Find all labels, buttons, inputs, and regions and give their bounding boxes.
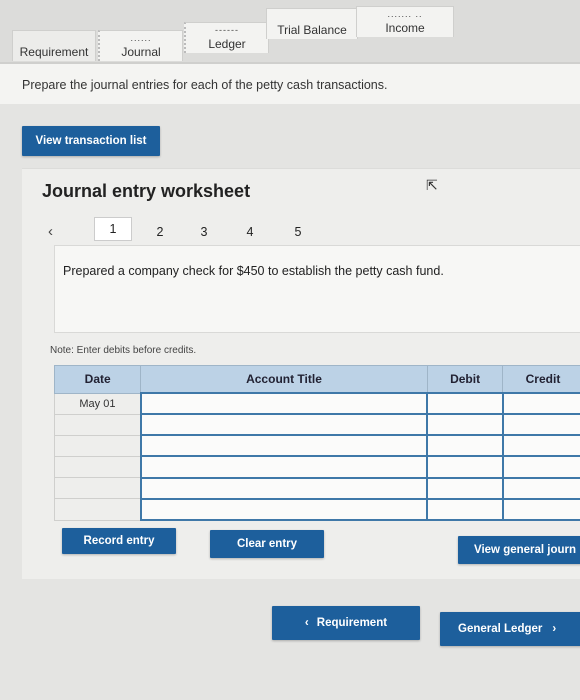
date-cell[interactable] <box>53 455 142 479</box>
tab-label: Requirement <box>19 45 89 59</box>
transaction-description: Prepared a company check for $450 to est… <box>63 264 444 278</box>
tab-strip: Requirement ...... Journal ------ Ledger… <box>0 0 580 62</box>
tab-label: Trial Balance <box>277 23 347 37</box>
tab-income[interactable]: ....... .. Income <box>356 6 454 37</box>
header-credit: Credit <box>502 365 580 394</box>
next-general-ledger-label: General Ledger <box>458 623 543 635</box>
tab-dash: ...... <box>130 33 152 43</box>
credit-input[interactable] <box>501 434 580 458</box>
transaction-description-box: Prepared a company check for $450 to est… <box>54 245 580 333</box>
table-header-row: Date Account Title Debit Credit <box>53 365 580 394</box>
journal-table: Date Account Title Debit Credit May 01 <box>53 365 580 522</box>
tab-ledger[interactable]: ------ Ledger <box>184 22 269 53</box>
account-title-input[interactable] <box>139 391 429 416</box>
credit-input[interactable] <box>501 413 580 437</box>
date-cell[interactable] <box>53 434 142 457</box>
credit-input[interactable] <box>501 455 580 479</box>
account-title-input[interactable] <box>139 434 429 458</box>
table-row: May 01 <box>53 391 580 416</box>
chevron-left-icon[interactable]: ‹ <box>48 223 53 240</box>
tab-trial-balance[interactable]: Trial Balance <box>266 8 358 39</box>
credit-input[interactable] <box>501 476 580 500</box>
header-debit: Debit <box>426 365 504 394</box>
table-row <box>53 455 580 479</box>
mouse-cursor-icon: ⇱ <box>426 177 438 193</box>
header-account-title: Account Title <box>140 365 428 394</box>
tab-label: Ledger <box>208 37 246 51</box>
tab-label: Income <box>385 21 425 35</box>
tab-dash: ....... .. <box>387 9 423 19</box>
credit-input[interactable] <box>501 391 580 416</box>
date-cell[interactable] <box>53 498 142 521</box>
view-transaction-list-button[interactable]: View transaction list <box>22 126 160 156</box>
date-cell[interactable]: May 01 <box>53 392 142 415</box>
table-row <box>53 497 580 522</box>
step-3[interactable]: 3 <box>194 225 214 239</box>
instruction-text: Prepare the journal entries for each of … <box>22 78 388 92</box>
chevron-left-icon: ‹ <box>304 617 309 629</box>
debit-input[interactable] <box>426 497 504 522</box>
debit-input[interactable] <box>426 455 504 479</box>
debit-input[interactable] <box>426 413 504 437</box>
worksheet-title: Journal entry worksheet <box>42 181 251 201</box>
tab-requirement[interactable]: Requirement <box>12 30 96 61</box>
table-row <box>53 476 580 500</box>
credit-input[interactable] <box>501 497 580 522</box>
tab-dash: ------ <box>215 25 239 35</box>
journal-entry-worksheet: Journal entry worksheet ⇱ ‹ 1 2 3 4 5 Pr… <box>22 168 580 579</box>
date-cell[interactable] <box>53 413 142 436</box>
prev-requirement-button[interactable]: ‹ Requirement <box>272 606 420 640</box>
step-4[interactable]: 4 <box>240 225 260 239</box>
table-row <box>53 434 580 458</box>
account-title-input[interactable] <box>139 455 429 479</box>
debit-input[interactable] <box>426 391 504 416</box>
step-5[interactable]: 5 <box>288 225 308 239</box>
page: Requirement ...... Journal ------ Ledger… <box>0 0 580 700</box>
prev-requirement-label: Requirement <box>316 617 388 629</box>
record-entry-button[interactable]: Record entry <box>62 528 176 554</box>
prompt-bar: Prepare the journal entries for each of … <box>0 62 580 104</box>
date-cell[interactable] <box>53 477 142 500</box>
header-date: Date <box>53 365 142 394</box>
debit-input[interactable] <box>426 434 504 458</box>
account-title-input[interactable] <box>139 476 429 500</box>
tab-label: Journal <box>121 45 161 59</box>
chevron-right-icon: › <box>552 623 557 635</box>
step-2[interactable]: 2 <box>150 225 170 239</box>
note-text: Note: Enter debits before credits. <box>50 345 197 356</box>
table-row <box>53 413 580 437</box>
tab-journal[interactable]: ...... Journal <box>98 30 183 61</box>
account-title-input[interactable] <box>139 413 429 437</box>
step-1[interactable]: 1 <box>94 217 132 241</box>
view-general-journal-button[interactable]: View general journ <box>458 536 580 564</box>
debit-input[interactable] <box>426 476 504 500</box>
clear-entry-button[interactable]: Clear entry <box>210 530 324 558</box>
account-title-input[interactable] <box>139 497 429 522</box>
next-general-ledger-button[interactable]: General Ledger › <box>440 612 580 646</box>
